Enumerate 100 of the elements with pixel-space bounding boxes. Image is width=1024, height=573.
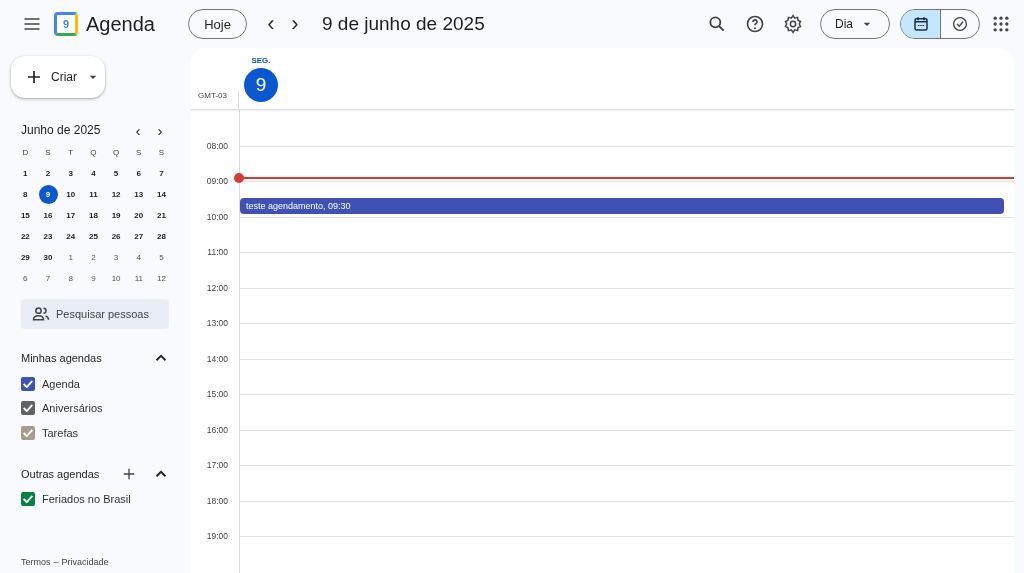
- weekday-label: S: [157, 147, 166, 159]
- previous-button[interactable]: ‹: [259, 9, 283, 39]
- day-button[interactable]: 19: [106, 206, 126, 225]
- calendar-name: Aniversários: [42, 402, 103, 415]
- day-button[interactable]: 9: [38, 185, 58, 204]
- hour-label: 11:00: [207, 247, 228, 257]
- checkmark-icon: [23, 404, 33, 413]
- privacy-link[interactable]: Privacidade: [61, 557, 109, 567]
- day-button[interactable]: 7: [151, 164, 171, 183]
- day-button[interactable]: 12: [151, 269, 171, 288]
- weekday-label: Q: [89, 147, 98, 159]
- section-title: Minhas agendas: [21, 352, 102, 364]
- hour-label: 16:00: [206, 424, 228, 435]
- calendar-logo-icon: 9: [54, 12, 78, 36]
- weekday-label: S: [135, 147, 143, 159]
- day-button[interactable]: 9: [83, 269, 103, 288]
- day-button[interactable]: 1: [15, 164, 35, 183]
- day-button[interactable]: 12: [106, 185, 126, 204]
- apps-icon: [991, 14, 1011, 34]
- hour-label: 14:00: [206, 353, 228, 364]
- day-button[interactable]: 5: [106, 164, 126, 183]
- day-button[interactable]: 8: [61, 269, 81, 288]
- terms-link[interactable]: Termos: [21, 557, 51, 567]
- day-button[interactable]: 18: [83, 206, 103, 225]
- app-title: Agenda: [86, 12, 155, 36]
- day-button[interactable]: 10: [106, 269, 126, 288]
- checkbox[interactable]: [21, 425, 35, 440]
- event-chip[interactable]: teste agendamento, 09:30: [240, 198, 1004, 214]
- day-button[interactable]: 27: [129, 227, 149, 246]
- day-button[interactable]: 5: [151, 248, 171, 267]
- checkmark-icon: [23, 379, 33, 388]
- day-button[interactable]: 3: [61, 164, 81, 183]
- previous-month-button[interactable]: ‹: [129, 121, 147, 139]
- day-button[interactable]: 6: [129, 164, 149, 183]
- checkbox[interactable]: [21, 376, 35, 391]
- day-button[interactable]: 11: [129, 269, 149, 288]
- day-button[interactable]: 15: [15, 206, 35, 225]
- day-button[interactable]: 8: [15, 185, 35, 204]
- weekday-label: S: [44, 147, 52, 159]
- day-button[interactable]: 23: [38, 227, 58, 246]
- date-title: 9 de junho de 2025: [322, 13, 485, 35]
- timezone-label: GMT-03: [190, 91, 239, 109]
- hour-label: 19:00: [206, 531, 228, 541]
- day-button[interactable]: 2: [83, 248, 103, 267]
- weekday-label: Q: [111, 147, 121, 159]
- hour-label: 18:00: [206, 495, 228, 506]
- day-button[interactable]: 13: [129, 185, 149, 204]
- day-button[interactable]: 11: [83, 185, 103, 204]
- day-button[interactable]: 22: [15, 227, 35, 246]
- checkmark-icon: [23, 428, 33, 437]
- calendar-icon: [911, 15, 930, 33]
- day-button[interactable]: 2: [38, 164, 58, 183]
- hour-label: 17:00: [206, 460, 228, 470]
- weekday-label: SEG.: [251, 56, 271, 65]
- day-number-button[interactable]: 9: [244, 68, 278, 102]
- help-icon: [745, 14, 765, 34]
- checkmark-icon: [23, 495, 33, 504]
- month-title: Junho de 2025: [21, 123, 101, 137]
- day-button[interactable]: 14: [151, 185, 171, 204]
- hour-label: 13:00: [206, 318, 228, 328]
- day-button[interactable]: 10: [61, 185, 81, 204]
- day-button[interactable]: 28: [151, 227, 171, 246]
- day-button[interactable]: 7: [38, 269, 58, 288]
- search-people-field[interactable]: Pesquisar pessoas: [21, 299, 169, 329]
- hour-label: 08:00: [206, 140, 228, 151]
- day-button[interactable]: 16: [38, 206, 58, 225]
- calendar-name: Tarefas: [42, 426, 79, 439]
- calendar-name: Feriados no Brasil: [42, 493, 131, 506]
- day-button[interactable]: 4: [129, 248, 149, 267]
- day-button[interactable]: 1: [61, 248, 81, 267]
- day-button[interactable]: 3: [106, 248, 126, 267]
- day-button[interactable]: 30: [38, 248, 58, 267]
- day-button[interactable]: 29: [15, 248, 35, 267]
- day-button[interactable]: 6: [15, 269, 35, 288]
- search-icon: [707, 14, 727, 34]
- day-button[interactable]: 21: [151, 206, 171, 225]
- check-circle-icon: [951, 15, 969, 33]
- checkbox[interactable]: [21, 492, 35, 507]
- day-button[interactable]: 4: [83, 164, 103, 183]
- day-button[interactable]: 24: [61, 227, 81, 246]
- plus-icon: [25, 68, 43, 86]
- next-month-button[interactable]: ›: [151, 121, 169, 139]
- weekday-label: D: [21, 147, 30, 159]
- calendar-name: Agenda: [42, 377, 80, 390]
- hour-label: 15:00: [206, 389, 228, 399]
- hour-label: 09:00: [206, 176, 228, 186]
- hour-label: 10:00: [206, 211, 228, 222]
- day-button[interactable]: 25: [83, 227, 103, 246]
- calendar-view-button[interactable]: [901, 10, 940, 38]
- separator-text: –: [53, 557, 59, 567]
- settings-icon: [783, 14, 803, 34]
- hour-label: 12:00: [206, 282, 228, 293]
- day-button[interactable]: 17: [61, 206, 81, 225]
- checkbox[interactable]: [21, 401, 35, 416]
- day-button[interactable]: 26: [106, 227, 126, 246]
- create-button[interactable]: Criar: [11, 56, 105, 98]
- next-button[interactable]: ›: [283, 9, 307, 39]
- section-title: Outras agendas: [21, 467, 100, 480]
- weekday-label: T: [67, 147, 75, 159]
- day-button[interactable]: 20: [129, 206, 149, 225]
